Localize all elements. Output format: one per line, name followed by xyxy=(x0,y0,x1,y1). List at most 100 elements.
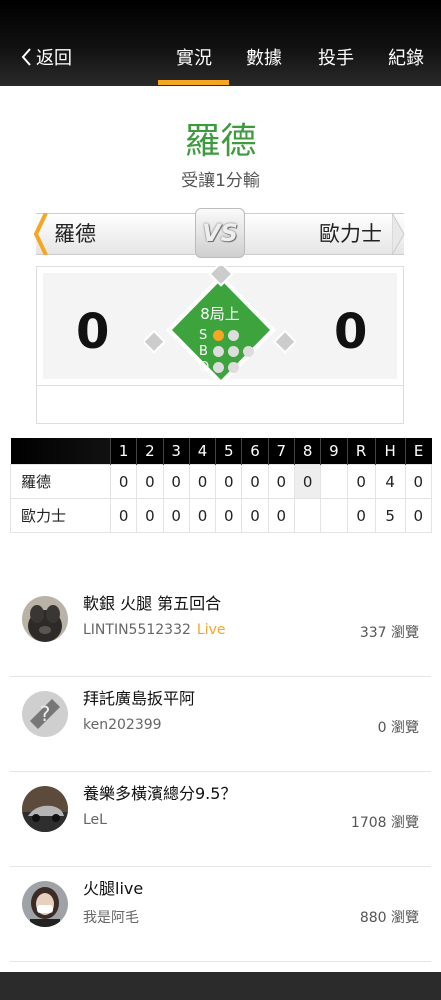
post-views: 337 瀏覽 xyxy=(359,625,419,641)
total-r-cell: 0 xyxy=(346,498,376,533)
inning-score-cell: 0 xyxy=(162,498,190,533)
avatar xyxy=(22,881,68,927)
box-score-table: 1 2 3 4 5 6 7 8 9 R H E 羅德 0 0 0 0 0 0 0 0 0 4 0 歐力士 0 0 0 0 0 0 0 0 5 0 xyxy=(10,438,433,533)
tab-pitchers[interactable]: 投手 xyxy=(318,44,354,70)
away-team-name: 羅德 xyxy=(54,222,96,246)
inning-score-cell xyxy=(293,498,322,533)
post-views: 1708 瀏覽 xyxy=(350,815,419,831)
total-e-cell: 0 xyxy=(404,464,433,499)
strike-label: S xyxy=(199,328,208,343)
inning-score-cell: 0 xyxy=(188,464,217,499)
post-title: 火腿live xyxy=(83,879,144,898)
inning-score-cell: 0 xyxy=(267,498,295,533)
box-score-header-cell: E xyxy=(404,438,432,465)
post-item[interactable]: 養樂多橫濱總分9.5？ LeL 1708 瀏覽 xyxy=(0,772,441,867)
home-team-name: 歐力士 xyxy=(319,222,382,246)
result-status: 受讓1分輸 xyxy=(181,171,260,191)
play-info-box xyxy=(36,386,404,424)
box-score-header-cell: 5 xyxy=(215,438,242,465)
post-author-line: ken202399 xyxy=(83,717,162,733)
back-label: 返回 xyxy=(36,48,72,69)
box-score-header-cell: H xyxy=(374,438,406,465)
box-score-team-name: 羅德 xyxy=(10,464,111,499)
inning-score-cell: 0 xyxy=(109,464,138,499)
box-score-header-row: 123456789RHE xyxy=(10,438,432,465)
home-score: 0 xyxy=(334,304,368,360)
winning-team-title: 羅德 xyxy=(184,121,257,162)
chevron-left-icon xyxy=(21,48,31,66)
post-author: 我是阿毛 xyxy=(83,910,139,926)
post-author-line: LeL xyxy=(83,812,107,828)
post-views: 0 瀏覽 xyxy=(377,720,419,736)
ball-label: B xyxy=(199,344,208,359)
post-author-line: 我是阿毛 xyxy=(83,907,139,927)
post-author-line: LINTIN5512332 Live xyxy=(83,622,226,638)
avatar: ? xyxy=(22,691,68,737)
batting-indicator-icon xyxy=(33,213,48,255)
post-title: 養樂多橫濱總分9.5？ xyxy=(83,784,237,803)
inning-score-cell: 0 xyxy=(241,498,269,533)
box-score-header-cell: 1 xyxy=(109,438,137,465)
post-author: LeL xyxy=(83,812,107,828)
post-author: ken202399 xyxy=(83,717,162,733)
inning-label: 8局上 xyxy=(200,305,240,323)
bottom-bar xyxy=(0,972,441,1000)
inning-score-cell: 0 xyxy=(241,464,269,499)
tab-records[interactable]: 紀錄 xyxy=(388,44,424,70)
box-score-row: 歐力士 0 0 0 0 0 0 0 0 5 0 xyxy=(10,498,433,533)
avatar xyxy=(22,596,68,642)
svg-text:?: ? xyxy=(40,702,51,726)
box-score-header-cell xyxy=(10,438,111,465)
home-bar-tip-icon xyxy=(392,213,405,255)
ball-count-dot xyxy=(213,346,224,357)
tab-stats[interactable]: 數據 xyxy=(246,44,282,70)
inning-score-cell: 0 xyxy=(267,464,295,499)
inning-score-cell: 0 xyxy=(109,498,138,533)
inning-score-cell xyxy=(320,498,348,533)
box-score-row: 羅德 0 0 0 0 0 0 0 0 0 4 0 xyxy=(10,464,433,499)
active-tab-indicator xyxy=(158,80,229,85)
box-score-header-cell: 2 xyxy=(136,438,164,465)
strike-count-dot xyxy=(213,330,224,341)
top-nav-bar xyxy=(0,0,441,86)
inning-score-cell: 0 xyxy=(293,464,322,499)
post-item[interactable]: 軟銀 火腿 第五回合 LINTIN5512332 Live 337 瀏覽 xyxy=(0,582,441,677)
box-score-header-cell: 7 xyxy=(267,438,295,465)
inning-score-cell: 0 xyxy=(162,464,190,499)
home-team-bar: 歐力士 xyxy=(238,213,404,255)
total-r-cell: 0 xyxy=(346,464,376,499)
back-button[interactable]: 返回 xyxy=(20,44,72,70)
post-title: 拜託廣島扳平阿 xyxy=(83,689,196,708)
ball-count-dot xyxy=(243,346,254,357)
post-item[interactable]: 火腿live 我是阿毛 880 瀏覽 xyxy=(0,867,441,962)
away-score: 0 xyxy=(76,304,110,360)
ball-count-dot xyxy=(228,346,239,357)
divider xyxy=(10,961,431,962)
out-count-dot xyxy=(213,362,224,373)
post-item[interactable]: ? 拜託廣島扳平阿 ken202399 0 瀏覽 xyxy=(0,677,441,772)
inning-score-cell: 0 xyxy=(188,498,217,533)
strike-count-dot xyxy=(228,330,239,341)
total-h-cell: 5 xyxy=(374,498,406,533)
inning-score-cell: 0 xyxy=(136,498,164,533)
inning-score-cell: 0 xyxy=(215,498,243,533)
box-score-header-cell: 8 xyxy=(293,438,321,465)
inning-score-cell: 0 xyxy=(215,464,243,499)
inning-score-cell: 0 xyxy=(136,464,164,499)
inning-score-cell xyxy=(320,464,348,499)
box-score-header-cell: 4 xyxy=(188,438,216,465)
box-score-header-cell: 3 xyxy=(162,438,190,465)
total-h-cell: 4 xyxy=(374,464,406,499)
out-count-dot xyxy=(228,362,239,373)
live-badge: Live xyxy=(196,622,226,638)
avatar xyxy=(22,786,68,832)
post-author: LINTIN5512332 xyxy=(83,622,191,638)
box-score-header-cell: 6 xyxy=(241,438,269,465)
box-score-header-cell: R xyxy=(346,438,376,465)
box-score-header-cell: 9 xyxy=(320,438,348,465)
post-title: 軟銀 火腿 第五回合 xyxy=(83,594,222,613)
post-views: 880 瀏覽 xyxy=(359,910,419,926)
tab-live[interactable]: 實況 xyxy=(176,44,212,70)
vs-badge: VS xyxy=(195,208,245,258)
box-score-team-name: 歐力士 xyxy=(10,498,111,533)
